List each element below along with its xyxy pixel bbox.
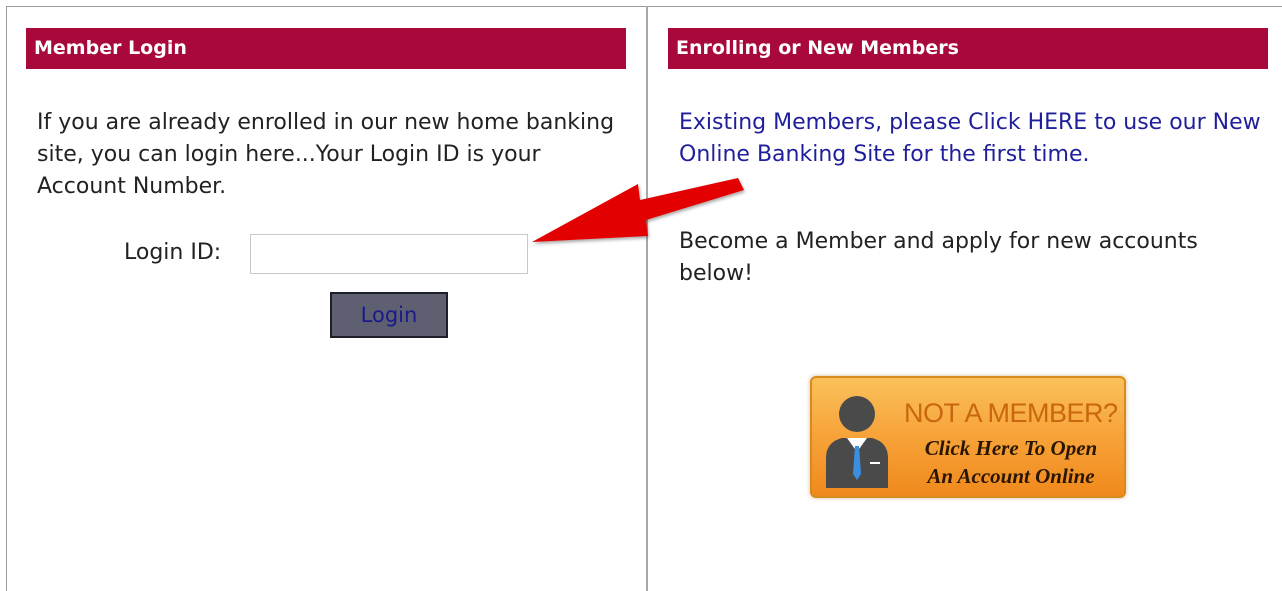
enrolling-header: Enrolling or New Members [668,28,1268,69]
panel-divider [646,6,648,591]
red-arrow-icon [532,178,744,242]
frame-border-top [6,6,1282,7]
person-icon [826,396,888,488]
member-login-header: Member Login [26,28,626,69]
banner-subtext: Click Here To Open An Account Online [904,434,1118,490]
login-id-label: Login ID: [124,240,222,265]
login-id-input[interactable] [250,234,528,274]
login-button[interactable]: Login [330,292,448,338]
banner-headline: NOT A MEMBER? [904,398,1118,428]
become-member-text: Become a Member and apply for new accoun… [679,229,1198,286]
frame-border-left [6,6,7,591]
not-a-member-banner[interactable]: NOT A MEMBER? Click Here To Open An Acco… [810,376,1126,498]
banner-subtext-line2: An Account Online [927,464,1095,488]
existing-members-link[interactable]: Existing Members, please Click HERE to u… [679,107,1269,171]
banner-subtext-line1: Click Here To Open [924,436,1098,460]
page: Member Login If you are already enrolled… [0,0,1282,591]
